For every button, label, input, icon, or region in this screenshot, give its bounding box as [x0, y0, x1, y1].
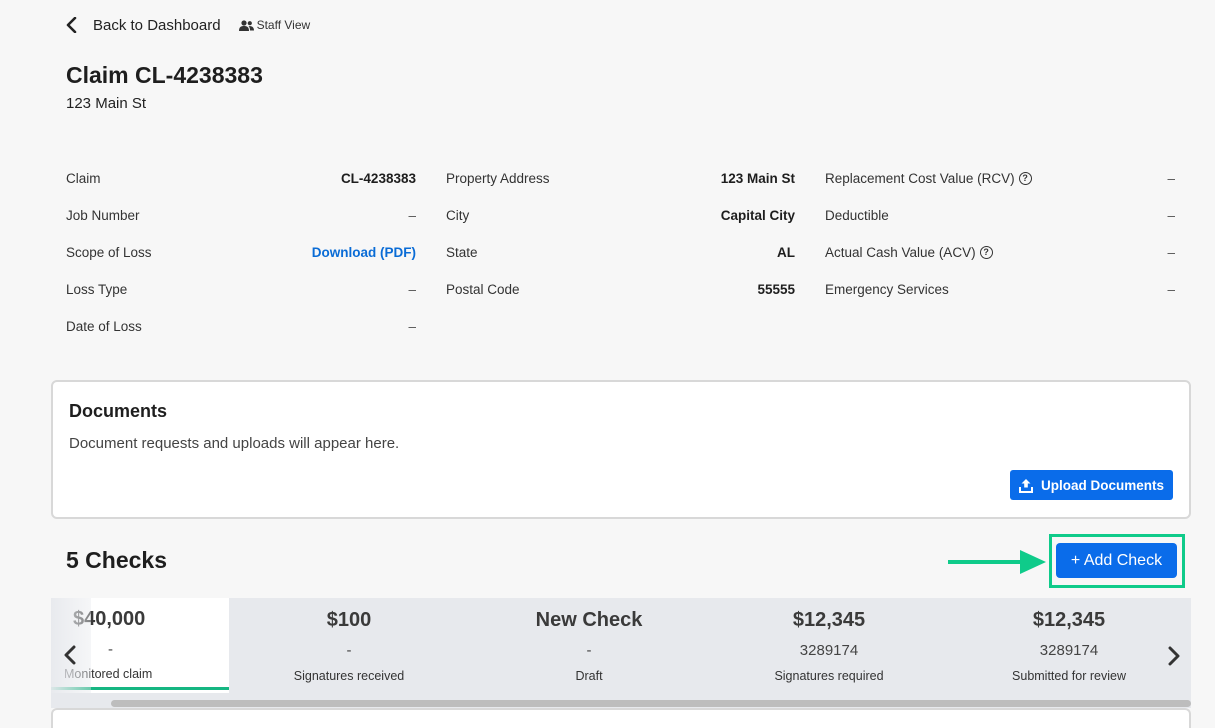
- detail-label: Claim: [66, 171, 101, 186]
- detail-value: 55555: [757, 282, 795, 297]
- detail-row-deductible: Deductible –: [825, 197, 1175, 234]
- detail-value: 123 Main St: [720, 171, 795, 186]
- detail-label: Actual Cash Value (ACV) ?: [825, 245, 993, 260]
- check-tile[interactable]: $100 - Signatures received: [229, 598, 469, 693]
- download-pdf-link[interactable]: Download (PDF): [312, 245, 416, 260]
- detail-label: Emergency Services: [825, 282, 949, 297]
- bottom-card: [51, 708, 1191, 728]
- add-check-button[interactable]: + Add Check: [1056, 543, 1177, 578]
- detail-row-claim: Claim CL-4238383: [66, 160, 416, 197]
- chevron-right-icon[interactable]: [1167, 646, 1181, 666]
- documents-title: Documents: [69, 401, 168, 421]
- check-amount: $12,345: [792, 609, 866, 631]
- staff-view-indicator: Staff View: [238, 18, 311, 32]
- checks-carousel: $40,000 - Monitored claim $100 - Signatu…: [51, 598, 1191, 708]
- check-tile[interactable]: $12,345 3289174 Signatures required: [709, 598, 949, 693]
- add-check-highlight: + Add Check: [1049, 534, 1185, 588]
- detail-label: Postal Code: [446, 282, 520, 297]
- check-amount: $100: [326, 609, 372, 631]
- check-status: Signatures received: [293, 669, 405, 683]
- detail-row-rcv: Replacement Cost Value (RCV) ? –: [825, 160, 1175, 197]
- detail-label: Replacement Cost Value (RCV) ?: [825, 171, 1032, 186]
- detail-row-emergency-services: Emergency Services –: [825, 271, 1175, 308]
- detail-label: Deductible: [825, 208, 889, 223]
- check-amount: New Check: [535, 609, 643, 631]
- detail-label: Job Number: [66, 208, 140, 223]
- detail-value: –: [408, 282, 416, 297]
- upload-documents-button[interactable]: Upload Documents: [1009, 470, 1173, 500]
- check-status: Signatures required: [774, 669, 884, 683]
- check-number: -: [108, 641, 113, 658]
- detail-value: AL: [777, 245, 795, 260]
- staff-view-label: Staff View: [256, 18, 311, 32]
- check-tile[interactable]: $12,345 3289174 Submitted for review: [949, 598, 1189, 693]
- check-tiles: $40,000 - Monitored claim $100 - Signatu…: [51, 598, 1189, 693]
- detail-label: State: [446, 245, 478, 260]
- detail-row-date-of-loss: Date of Loss –: [66, 308, 416, 345]
- detail-row-state: State AL: [446, 234, 795, 271]
- check-number: 3289174: [1039, 642, 1099, 659]
- top-nav: Back to Dashboard Staff View: [66, 14, 310, 36]
- back-label: Back to Dashboard: [93, 16, 221, 34]
- detail-label: Property Address: [446, 171, 550, 186]
- detail-label: Loss Type: [66, 282, 128, 297]
- detail-label: City: [446, 208, 470, 223]
- detail-value: –: [1167, 245, 1175, 260]
- check-amount: $12,345: [1032, 609, 1106, 631]
- valuation-details-column: Replacement Cost Value (RCV) ? – Deducti…: [825, 160, 1175, 308]
- chevron-left-icon: [66, 17, 77, 33]
- detail-value: –: [408, 319, 416, 334]
- carousel-scrollbar[interactable]: [111, 700, 1191, 707]
- check-tile[interactable]: New Check - Draft: [469, 598, 709, 693]
- detail-row-scope-of-loss: Scope of Loss Download (PDF): [66, 234, 416, 271]
- users-icon: [238, 19, 254, 31]
- detail-value: –: [1167, 171, 1175, 186]
- detail-label: Date of Loss: [66, 319, 142, 334]
- upload-documents-label: Upload Documents: [1040, 477, 1164, 493]
- upload-icon: [1018, 478, 1033, 493]
- detail-row-acv: Actual Cash Value (ACV) ? –: [825, 234, 1175, 271]
- check-status: Submitted for review: [1012, 669, 1126, 683]
- detail-value: –: [408, 208, 416, 223]
- check-number: -: [586, 642, 592, 659]
- chevron-left-icon[interactable]: [63, 645, 77, 665]
- detail-row-postal-code: Postal Code 55555: [446, 271, 795, 308]
- page-title: Claim CL-4238383: [66, 62, 263, 88]
- back-to-dashboard-link[interactable]: Back to Dashboard: [66, 17, 221, 34]
- claim-address: 123 Main St: [66, 95, 147, 112]
- check-number: 3289174: [799, 642, 859, 659]
- detail-label: Scope of Loss: [66, 245, 152, 260]
- detail-row-property-address: Property Address 123 Main St: [446, 160, 795, 197]
- claim-details-column: Claim CL-4238383 Job Number – Scope of L…: [66, 160, 416, 345]
- arrow-right-icon: [948, 550, 1046, 574]
- check-amount: $40,000: [73, 608, 146, 630]
- detail-row-job-number: Job Number –: [66, 197, 416, 234]
- property-details-column: Property Address 123 Main St City Capita…: [446, 160, 795, 308]
- documents-card: Documents Document requests and uploads …: [51, 380, 1191, 519]
- help-icon[interactable]: ?: [1018, 172, 1032, 185]
- detail-row-loss-type: Loss Type –: [66, 271, 416, 308]
- detail-row-city: City Capital City: [446, 197, 795, 234]
- help-icon[interactable]: ?: [979, 246, 993, 259]
- detail-label-text: Actual Cash Value (ACV): [825, 245, 976, 260]
- detail-value: Capital City: [720, 208, 795, 223]
- detail-label-text: Replacement Cost Value (RCV): [825, 171, 1015, 186]
- checks-title: 5 Checks: [66, 547, 168, 573]
- check-status: Draft: [575, 669, 603, 683]
- check-number: -: [346, 642, 352, 659]
- detail-value: –: [1167, 208, 1175, 223]
- detail-value: CL-4238383: [340, 171, 416, 186]
- detail-value: –: [1167, 282, 1175, 297]
- documents-description: Document requests and uploads will appea…: [69, 435, 400, 452]
